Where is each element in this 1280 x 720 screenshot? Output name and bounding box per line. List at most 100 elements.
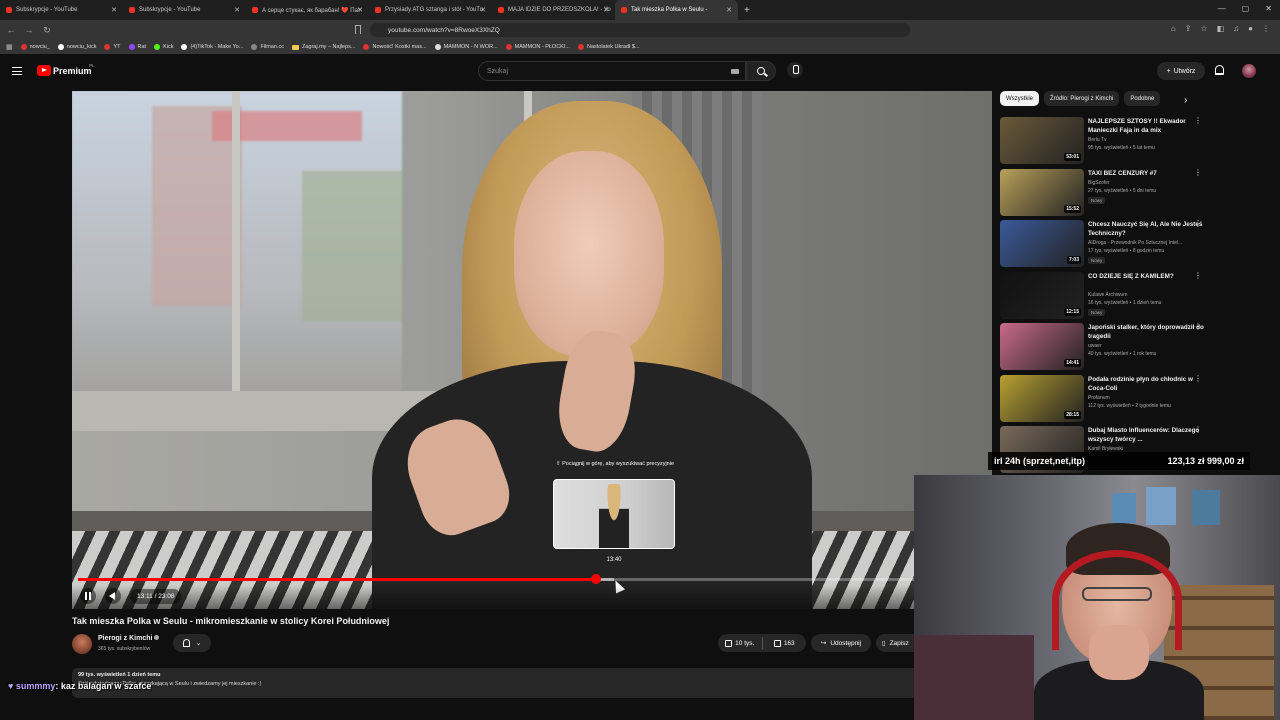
cast-icon[interactable]: ⌂: [1171, 24, 1176, 33]
notifications-icon[interactable]: [1215, 65, 1224, 75]
bookmark-item[interactable]: nowciu_kick: [57, 44, 96, 50]
close-window-icon[interactable]: ✕: [1265, 4, 1272, 13]
more-options-icon[interactable]: ⋮: [1194, 168, 1202, 176]
recommendation-channel[interactable]: Kulawe Archiwum: [1088, 292, 1127, 298]
browser-tab[interactable]: MAJA IDZIE DO PRZEDSZKOLA! - Yo ✕: [492, 0, 615, 20]
recommendation-title[interactable]: Dubaj Miasto Influencerów: Dlaczego wszy…: [1088, 426, 1204, 444]
bookmark-item[interactable]: Kick: [154, 44, 173, 50]
recommendation-item[interactable]: 15:52 TAXI BEZ CENZURY #7 BigSzofer 27 tys.…: [1000, 168, 1210, 221]
bookmark-item[interactable]: (4)TikTok - Make Yo...: [181, 44, 243, 50]
channel-name[interactable]: Pierogi z Kimchi: [98, 635, 160, 642]
progress-scrubber[interactable]: [590, 574, 601, 584]
bookmark-item[interactable]: nowciu_: [20, 44, 50, 50]
recommendation-thumbnail[interactable]: 28:15: [1000, 374, 1084, 422]
close-tab-icon[interactable]: ✕: [234, 6, 240, 14]
volume-icon[interactable]: [105, 588, 121, 604]
recommendation-title[interactable]: Japoński stalker, który doprowadził do t…: [1088, 323, 1204, 341]
recommendation-item[interactable]: 28:15 Podała rodzinie płyn do chłodnic w …: [1000, 374, 1210, 427]
star-icon[interactable]: ☆: [1200, 24, 1207, 33]
share-button[interactable]: ↪ Udostępnij: [811, 634, 871, 652]
description-box[interactable]: 99 tys. wyświetleń 1 dzień temu Dziś odw…: [72, 668, 920, 698]
apps-grid-icon[interactable]: ▦: [6, 43, 13, 51]
bookmark-icon[interactable]: [355, 25, 361, 34]
like-button[interactable]: 10 tys.: [718, 639, 762, 647]
recommendation-channel[interactable]: AIDroga - Przewodnik Po Sztucznej Intel.…: [1088, 240, 1182, 246]
more-options-icon[interactable]: ⋮: [1194, 117, 1202, 125]
search-input[interactable]: Szukaj: [478, 61, 746, 81]
bookmark-item[interactable]: Zagraj.my – Najleps...: [291, 44, 355, 50]
url-field[interactable]: youtube.com/watch?v=8RwoeX3XhZQ: [370, 23, 910, 37]
chip-similar[interactable]: Podobne: [1124, 91, 1161, 106]
recommendation-thumbnail[interactable]: 14:41: [1000, 323, 1084, 370]
recommendation-thumbnail[interactable]: 7:03: [1000, 220, 1084, 267]
minimize-icon[interactable]: —: [1218, 4, 1226, 13]
bookmark-item[interactable]: MAMMON - PŁOCKI...: [505, 44, 570, 50]
keyboard-icon[interactable]: [731, 69, 739, 74]
bookmark-item[interactable]: YT: [104, 44, 121, 50]
share-page-icon[interactable]: ⇪: [1185, 24, 1192, 33]
recommendation-thumbnail[interactable]: 53:01: [1000, 117, 1084, 164]
brand-name[interactable]: Premium: [53, 66, 92, 76]
channel-avatar[interactable]: [72, 634, 92, 654]
recommendation-channel[interactable]: Berlu Tv: [1088, 137, 1107, 143]
progress-bar[interactable]: [78, 574, 986, 584]
bookmark-item[interactable]: MAMMON - N WOR...: [434, 44, 498, 50]
close-tab-icon[interactable]: ✕: [111, 6, 117, 14]
recommendation-thumbnail[interactable]: 15:52: [1000, 168, 1084, 216]
browser-tab[interactable]: Subskrypcje - YouTube ✕: [0, 0, 123, 20]
more-options-icon[interactable]: ⋮: [1194, 426, 1202, 434]
recommendation-title[interactable]: CO DZIEJE SIĘ Z KAMILEM?: [1088, 272, 1204, 281]
forward-icon[interactable]: →: [22, 25, 36, 35]
bookmark-item[interactable]: Nowość! Kostki mas...: [363, 44, 427, 50]
bookmark-item[interactable]: Nastolatek Ukradł $...: [577, 44, 640, 50]
close-tab-icon[interactable]: ✕: [357, 6, 363, 14]
extension-icon[interactable]: ◧: [1217, 24, 1225, 33]
bookmark-item[interactable]: Rat: [128, 44, 146, 50]
recommendation-title[interactable]: TAXI BEZ CENZURY #7: [1088, 169, 1204, 178]
new-tab-icon[interactable]: +: [738, 5, 756, 16]
browser-tab[interactable]: А серце стукає, як барабан! ❤️ Пат ✕: [246, 0, 369, 20]
youtube-logo-icon[interactable]: [37, 65, 51, 76]
close-tab-icon[interactable]: ✕: [726, 6, 732, 14]
recommendation-title[interactable]: Podała rodzinie płyn do chłodnic w Coca-…: [1088, 375, 1204, 393]
recommendation-item[interactable]: 7:03 Chcesz Nauczyć Się AI, Ale Nie Jeste…: [1000, 220, 1210, 272]
voice-search-icon[interactable]: [787, 62, 803, 78]
chevron-right-icon[interactable]: ›: [1184, 95, 1187, 106]
account-avatar[interactable]: [1242, 64, 1256, 78]
recommendation-channel[interactable]: Profanum: [1088, 395, 1110, 401]
heart-icon: ♥: [8, 681, 16, 691]
recommendation-item[interactable]: 12:15 CO DZIEJE SIĘ Z KAMILEM? Kulawe Arch…: [1000, 271, 1210, 324]
recommendation-thumbnail[interactable]: 12:15: [1000, 271, 1084, 319]
recommendation-item[interactable]: 14:41 Japoński stalker, który doprowadził…: [1000, 323, 1210, 375]
menu-icon[interactable]: [12, 67, 22, 75]
pause-icon[interactable]: [80, 588, 96, 604]
more-options-icon[interactable]: ⋮: [1194, 323, 1202, 331]
browser-tab-active[interactable]: Tak mieszka Polka w Seulu - ✕: [615, 0, 738, 20]
menu-dots-icon[interactable]: ⋮: [1262, 24, 1270, 33]
close-tab-icon[interactable]: ✕: [603, 6, 609, 14]
back-icon[interactable]: ←: [4, 25, 18, 35]
recommendation-title[interactable]: Chcesz Nauczyć Się AI, Ale Nie Jesteś Te…: [1088, 220, 1204, 238]
more-options-icon[interactable]: ⋮: [1194, 271, 1202, 279]
recommendation-title[interactable]: NAJLEPSZE SZTOSY !! Ekwador Manieczki Fa…: [1088, 117, 1204, 135]
search-button[interactable]: [746, 61, 776, 81]
video-player[interactable]: ⇧ Pociągnij w górę, aby wyszukiwać precy…: [72, 91, 992, 609]
create-button[interactable]: + Utwórz: [1157, 62, 1205, 80]
more-options-icon[interactable]: ⋮: [1194, 374, 1202, 382]
close-tab-icon[interactable]: ✕: [480, 6, 486, 14]
bookmark-item[interactable]: Filman.cc: [251, 44, 284, 50]
profile-icon[interactable]: ●: [1248, 24, 1253, 33]
browser-tab[interactable]: Subskrypcje - YouTube ✕: [123, 0, 246, 20]
subscription-bell-button[interactable]: ⌄: [173, 634, 211, 652]
recommendation-channel[interactable]: BigSzofer: [1088, 180, 1110, 186]
chip-source[interactable]: Źródło: Pierogi z Kimchi: [1044, 91, 1120, 106]
reload-icon[interactable]: ↻: [40, 25, 54, 36]
recommendation-channel[interactable]: uwaer: [1088, 343, 1102, 349]
browser-tab[interactable]: Przysiady ATG sztanga i stół - YouTu ✕: [369, 0, 492, 20]
maximize-icon[interactable]: ▢: [1242, 4, 1250, 13]
recommendation-item[interactable]: 53:01 NAJLEPSZE SZTOSY !! Ekwador Maniecz…: [1000, 117, 1210, 169]
dislike-button[interactable]: 163: [763, 639, 807, 647]
media-icon[interactable]: ♫: [1233, 24, 1239, 33]
chip-all[interactable]: Wszystkie: [1000, 91, 1039, 106]
more-options-icon[interactable]: ⋮: [1194, 220, 1202, 228]
